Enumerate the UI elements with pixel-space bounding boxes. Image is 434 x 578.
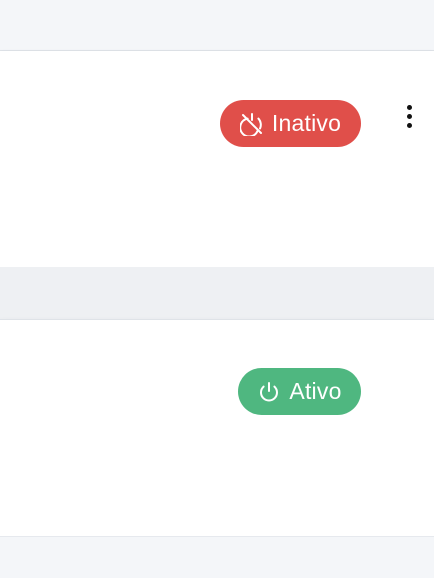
status-badge-inactive[interactable]: Inativo bbox=[220, 100, 361, 147]
kebab-dot bbox=[406, 113, 412, 119]
kebab-menu-icon[interactable] bbox=[398, 100, 420, 132]
status-label: Inativo bbox=[271, 110, 342, 136]
kebab-dot bbox=[406, 122, 412, 128]
card-gap bbox=[0, 267, 434, 319]
power-icon bbox=[257, 380, 281, 404]
list-card bbox=[0, 319, 434, 536]
page: Inativo Ativo bbox=[0, 0, 434, 578]
kebab-dot bbox=[406, 104, 412, 110]
list-card bbox=[0, 51, 434, 267]
bottom-strip bbox=[0, 536, 434, 578]
status-badge-active[interactable]: Ativo bbox=[238, 368, 361, 415]
top-strip bbox=[0, 0, 434, 51]
status-label: Ativo bbox=[289, 378, 342, 404]
power-off-icon bbox=[239, 112, 264, 136]
